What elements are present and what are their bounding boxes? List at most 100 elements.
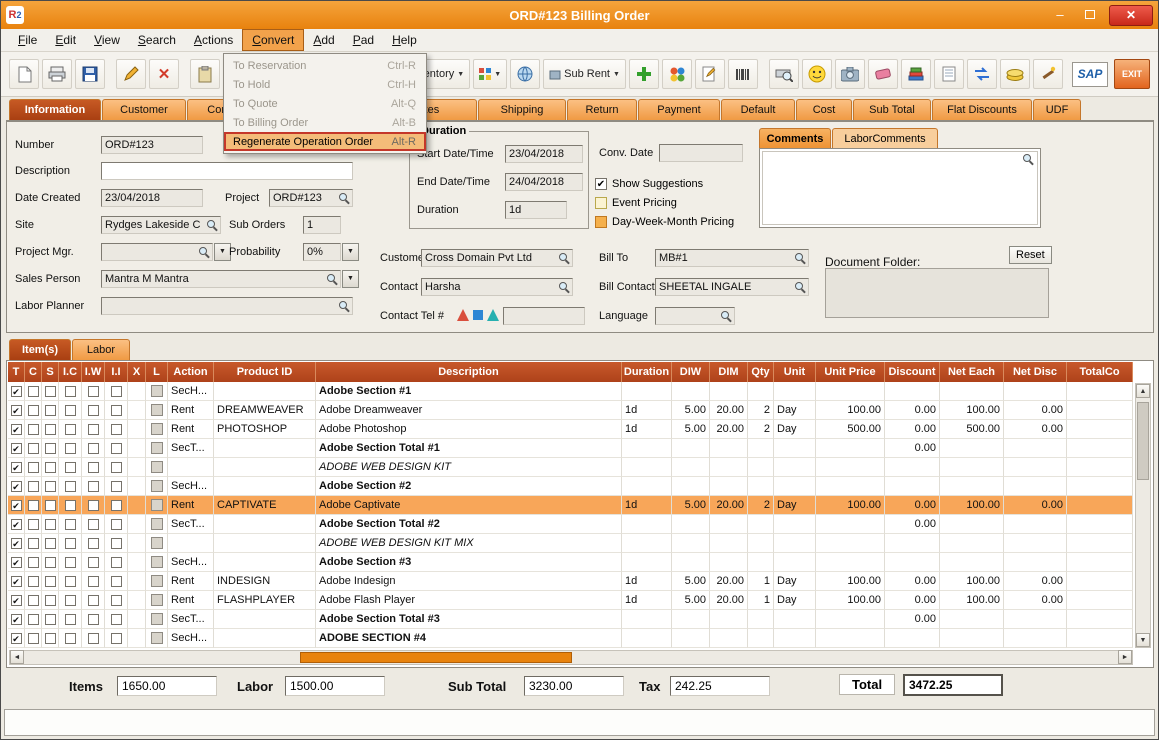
row-checkbox[interactable]: ✔ xyxy=(11,386,22,397)
search-icon[interactable] xyxy=(198,246,210,258)
column-header-l[interactable]: L xyxy=(146,362,168,382)
row-checkbox[interactable] xyxy=(88,576,99,587)
row-checkbox[interactable] xyxy=(65,519,76,530)
row-checkbox[interactable] xyxy=(65,481,76,492)
row-checkbox[interactable] xyxy=(65,405,76,416)
column-header-unit[interactable]: Unit xyxy=(774,362,816,382)
scroll-left-button[interactable]: ◄ xyxy=(10,650,24,664)
row-checkbox[interactable] xyxy=(28,576,39,587)
horizontal-scrollbar[interactable]: ◄ ► xyxy=(9,650,1133,665)
row-checkbox[interactable]: ✔ xyxy=(11,557,22,568)
table-row[interactable]: ✔RentDREAMWEAVERAdobe Dreamweaver1d5.002… xyxy=(8,401,1133,420)
row-checkbox[interactable] xyxy=(45,595,56,606)
project-mgr-field[interactable] xyxy=(101,243,213,261)
notepad-button[interactable] xyxy=(934,59,964,89)
row-checkbox[interactable] xyxy=(45,538,56,549)
row-checkbox[interactable] xyxy=(28,538,39,549)
tab-default[interactable]: Default xyxy=(721,99,795,120)
row-l-button[interactable] xyxy=(151,499,163,511)
row-checkbox[interactable] xyxy=(111,424,122,435)
menu-actions[interactable]: Actions xyxy=(185,29,242,51)
table-row[interactable]: ✔ADOBE WEB DESIGN KIT xyxy=(8,458,1133,477)
row-checkbox[interactable] xyxy=(111,443,122,454)
menu-item-to-reservation[interactable]: To ReservationCtrl-R xyxy=(224,56,426,75)
books-button[interactable] xyxy=(901,59,931,89)
row-checkbox[interactable] xyxy=(88,500,99,511)
scroll-up-button[interactable]: ▲ xyxy=(1136,384,1150,398)
sales-person-dropdown[interactable]: ▼ xyxy=(342,270,359,288)
column-header-dim[interactable]: DIM xyxy=(710,362,748,382)
row-l-button[interactable] xyxy=(151,537,163,549)
row-checkbox[interactable] xyxy=(111,386,122,397)
row-l-button[interactable] xyxy=(151,575,163,587)
tab-udf[interactable]: UDF xyxy=(1033,99,1081,120)
row-checkbox[interactable] xyxy=(88,462,99,473)
end-date-field[interactable]: 24/04/2018 xyxy=(505,173,583,191)
row-checkbox[interactable] xyxy=(45,633,56,644)
print-preview-button[interactable] xyxy=(769,59,799,89)
row-checkbox[interactable] xyxy=(45,519,56,530)
camera-button[interactable] xyxy=(835,59,865,89)
row-checkbox[interactable] xyxy=(65,538,76,549)
tab-item-s[interactable]: Item(s) xyxy=(9,339,71,360)
table-row[interactable]: ✔RentINDESIGNAdobe Indesign1d5.0020.001D… xyxy=(8,572,1133,591)
tab-comments[interactable]: Comments xyxy=(759,128,831,148)
column-header-action[interactable]: Action xyxy=(168,362,214,382)
row-checkbox[interactable] xyxy=(45,424,56,435)
add-button[interactable] xyxy=(629,59,659,89)
table-row[interactable]: ✔SecH...Adobe Section #1 xyxy=(8,382,1133,401)
column-header-c[interactable]: C xyxy=(25,362,42,382)
row-l-button[interactable] xyxy=(151,385,163,397)
row-l-button[interactable] xyxy=(151,461,163,473)
search-icon[interactable] xyxy=(558,252,570,264)
search-icon[interactable] xyxy=(338,300,350,312)
row-l-button[interactable] xyxy=(151,632,163,644)
reset-button[interactable]: Reset xyxy=(1009,246,1052,264)
row-checkbox[interactable]: ✔ xyxy=(11,405,22,416)
tab-shipping[interactable]: Shipping xyxy=(478,99,566,120)
start-date-field[interactable]: 23/04/2018 xyxy=(505,145,583,163)
row-checkbox[interactable] xyxy=(45,614,56,625)
row-checkbox[interactable] xyxy=(88,614,99,625)
row-checkbox[interactable] xyxy=(111,462,122,473)
row-checkbox[interactable] xyxy=(45,557,56,568)
row-l-button[interactable] xyxy=(151,594,163,606)
row-checkbox[interactable] xyxy=(111,481,122,492)
eraser-button[interactable] xyxy=(868,59,898,89)
table-row[interactable]: ✔ADOBE WEB DESIGN KIT MIX xyxy=(8,534,1133,553)
row-checkbox[interactable] xyxy=(111,538,122,549)
tab-sub-total[interactable]: Sub Total xyxy=(853,99,931,120)
column-header-net-each[interactable]: Net Each xyxy=(940,362,1004,382)
tab-payment[interactable]: Payment xyxy=(638,99,720,120)
row-checkbox[interactable] xyxy=(28,386,39,397)
tab-customer[interactable]: Customer xyxy=(102,99,186,120)
close-button[interactable]: ✕ xyxy=(1109,5,1153,26)
description-field[interactable] xyxy=(101,162,353,180)
row-checkbox[interactable] xyxy=(111,405,122,416)
column-header-diw[interactable]: DIW xyxy=(672,362,710,382)
table-row[interactable]: ✔SecH...Adobe Section #3 xyxy=(8,553,1133,572)
sales-person-field[interactable]: Mantra M Mantra xyxy=(101,270,341,288)
menu-edit[interactable]: Edit xyxy=(46,29,85,51)
row-checkbox[interactable] xyxy=(45,386,56,397)
duration-field[interactable]: 1d xyxy=(505,201,567,219)
row-l-button[interactable] xyxy=(151,480,163,492)
row-checkbox[interactable] xyxy=(88,519,99,530)
minimize-button[interactable]: – xyxy=(1049,6,1071,24)
tab-flat-discounts[interactable]: Flat Discounts xyxy=(932,99,1032,120)
column-header-unit-price[interactable]: Unit Price xyxy=(816,362,885,382)
row-l-button[interactable] xyxy=(151,556,163,568)
conv-date-field[interactable] xyxy=(659,144,743,162)
column-header-description[interactable]: Description xyxy=(316,362,622,382)
menu-item-regenerate-operation-order[interactable]: Regenerate Operation OrderAlt-R xyxy=(224,132,426,151)
save-button[interactable] xyxy=(75,59,105,89)
row-checkbox[interactable] xyxy=(28,424,39,435)
checkbox-show-suggestions[interactable]: ✔Show Suggestions xyxy=(595,174,734,193)
table-row[interactable]: ✔SecT...Adobe Section Total #20.00 xyxy=(8,515,1133,534)
row-checkbox[interactable] xyxy=(88,481,99,492)
horizontal-scroll-thumb[interactable] xyxy=(300,652,572,663)
table-row[interactable]: ✔RentFLASHPLAYERAdobe Flash Player1d5.00… xyxy=(8,591,1133,610)
sub-orders-field[interactable]: 1 xyxy=(303,216,341,234)
row-checkbox[interactable] xyxy=(111,576,122,587)
row-checkbox[interactable] xyxy=(88,386,99,397)
